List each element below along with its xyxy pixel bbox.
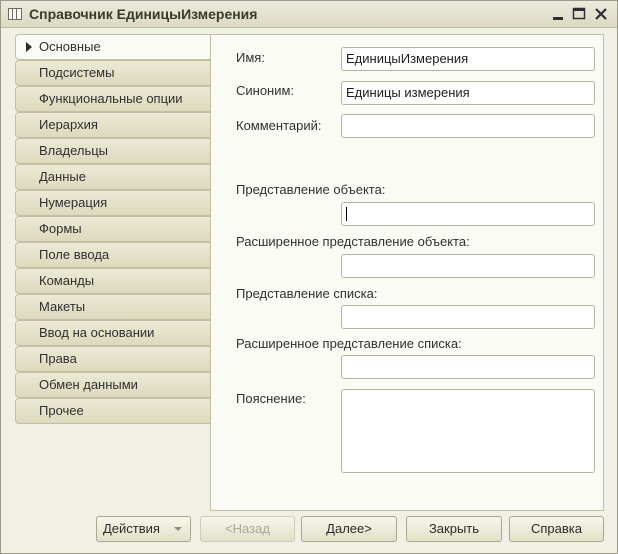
configurator-window: Справочник ЕдиницыИзмерения Основные Под… xyxy=(0,0,618,554)
tab-label: Формы xyxy=(39,221,82,236)
close-button[interactable]: Закрыть xyxy=(406,516,502,542)
explanation-field[interactable] xyxy=(341,389,595,473)
name-field[interactable]: ЕдиницыИзмерения xyxy=(341,47,595,71)
tab-input-by-basis[interactable]: Ввод на основании xyxy=(15,320,211,346)
tab-label: Подсистемы xyxy=(39,65,115,80)
help-button[interactable]: Справка xyxy=(509,516,604,542)
actions-label: Действия xyxy=(103,521,160,536)
minimize-icon[interactable] xyxy=(549,5,567,23)
tab-label: Функциональные опции xyxy=(39,91,183,106)
tab-hierarchy[interactable]: Иерархия xyxy=(15,112,211,138)
next-button[interactable]: Далее> xyxy=(301,516,397,542)
tab-label: Макеты xyxy=(39,299,86,314)
tab-label: Поле ввода xyxy=(39,247,110,262)
tab-commands[interactable]: Команды xyxy=(15,268,211,294)
extended-list-presentation-label: Расширенное представление списка: xyxy=(236,336,462,351)
tab-label: Владельцы xyxy=(39,143,109,158)
tab-label: Иерархия xyxy=(39,117,98,132)
object-presentation-label: Представление объекта: xyxy=(236,182,386,197)
tab-functional-options[interactable]: Функциональные опции xyxy=(15,86,211,112)
current-tab-arrow-icon xyxy=(26,42,32,52)
tab-label: Прочее xyxy=(39,403,84,418)
tab-rights[interactable]: Права xyxy=(15,346,211,372)
extended-list-presentation-field[interactable] xyxy=(341,355,595,379)
maximize-icon[interactable] xyxy=(570,5,588,23)
synonym-label: Синоним: xyxy=(236,83,295,98)
list-presentation-label: Представление списка: xyxy=(236,286,378,301)
tab-data[interactable]: Данные xyxy=(15,164,211,190)
object-presentation-field[interactable] xyxy=(341,202,595,226)
tab-main[interactable]: Основные xyxy=(15,34,212,60)
extended-object-presentation-label: Расширенное представление объекта: xyxy=(236,234,470,249)
tab-owners[interactable]: Владельцы xyxy=(15,138,211,164)
text-cursor xyxy=(346,206,347,221)
window-title: Справочник ЕдиницыИзмерения xyxy=(29,6,258,22)
actions-dropdown[interactable]: Действия xyxy=(96,516,191,542)
tab-templates[interactable]: Макеты xyxy=(15,294,211,320)
list-presentation-field[interactable] xyxy=(341,305,595,329)
catalog-icon xyxy=(8,8,22,20)
comment-field[interactable] xyxy=(341,114,595,138)
name-label: Имя: xyxy=(236,50,265,65)
chevron-down-icon xyxy=(174,527,182,531)
main-properties-panel: Имя: ЕдиницыИзмерения Синоним: Единицы и… xyxy=(210,34,604,511)
tab-numbering[interactable]: Нумерация xyxy=(15,190,211,216)
tab-label: Данные xyxy=(39,169,86,184)
explanation-label: Пояснение: xyxy=(236,391,306,406)
back-button[interactable]: <Назад xyxy=(200,516,295,542)
close-icon[interactable] xyxy=(592,5,610,23)
tab-subsystems[interactable]: Подсистемы xyxy=(15,60,211,86)
tab-label: Права xyxy=(39,351,77,366)
tab-label: Основные xyxy=(39,39,101,54)
extended-object-presentation-field[interactable] xyxy=(341,254,595,278)
tab-label: Ввод на основании xyxy=(39,325,155,340)
tab-input-field[interactable]: Поле ввода xyxy=(15,242,211,268)
tab-data-exchange[interactable]: Обмен данными xyxy=(15,372,211,398)
title-bar[interactable]: Справочник ЕдиницыИзмерения xyxy=(1,1,617,28)
comment-label: Комментарий: xyxy=(236,118,322,133)
tab-label: Нумерация xyxy=(39,195,108,210)
tab-label: Обмен данными xyxy=(39,377,138,392)
tab-label: Команды xyxy=(39,273,95,288)
tab-list: Основные Подсистемы Функциональные опции… xyxy=(15,34,212,424)
tab-forms[interactable]: Формы xyxy=(15,216,211,242)
tab-other[interactable]: Прочее xyxy=(15,398,211,424)
synonym-field[interactable]: Единицы измерения xyxy=(341,81,595,105)
